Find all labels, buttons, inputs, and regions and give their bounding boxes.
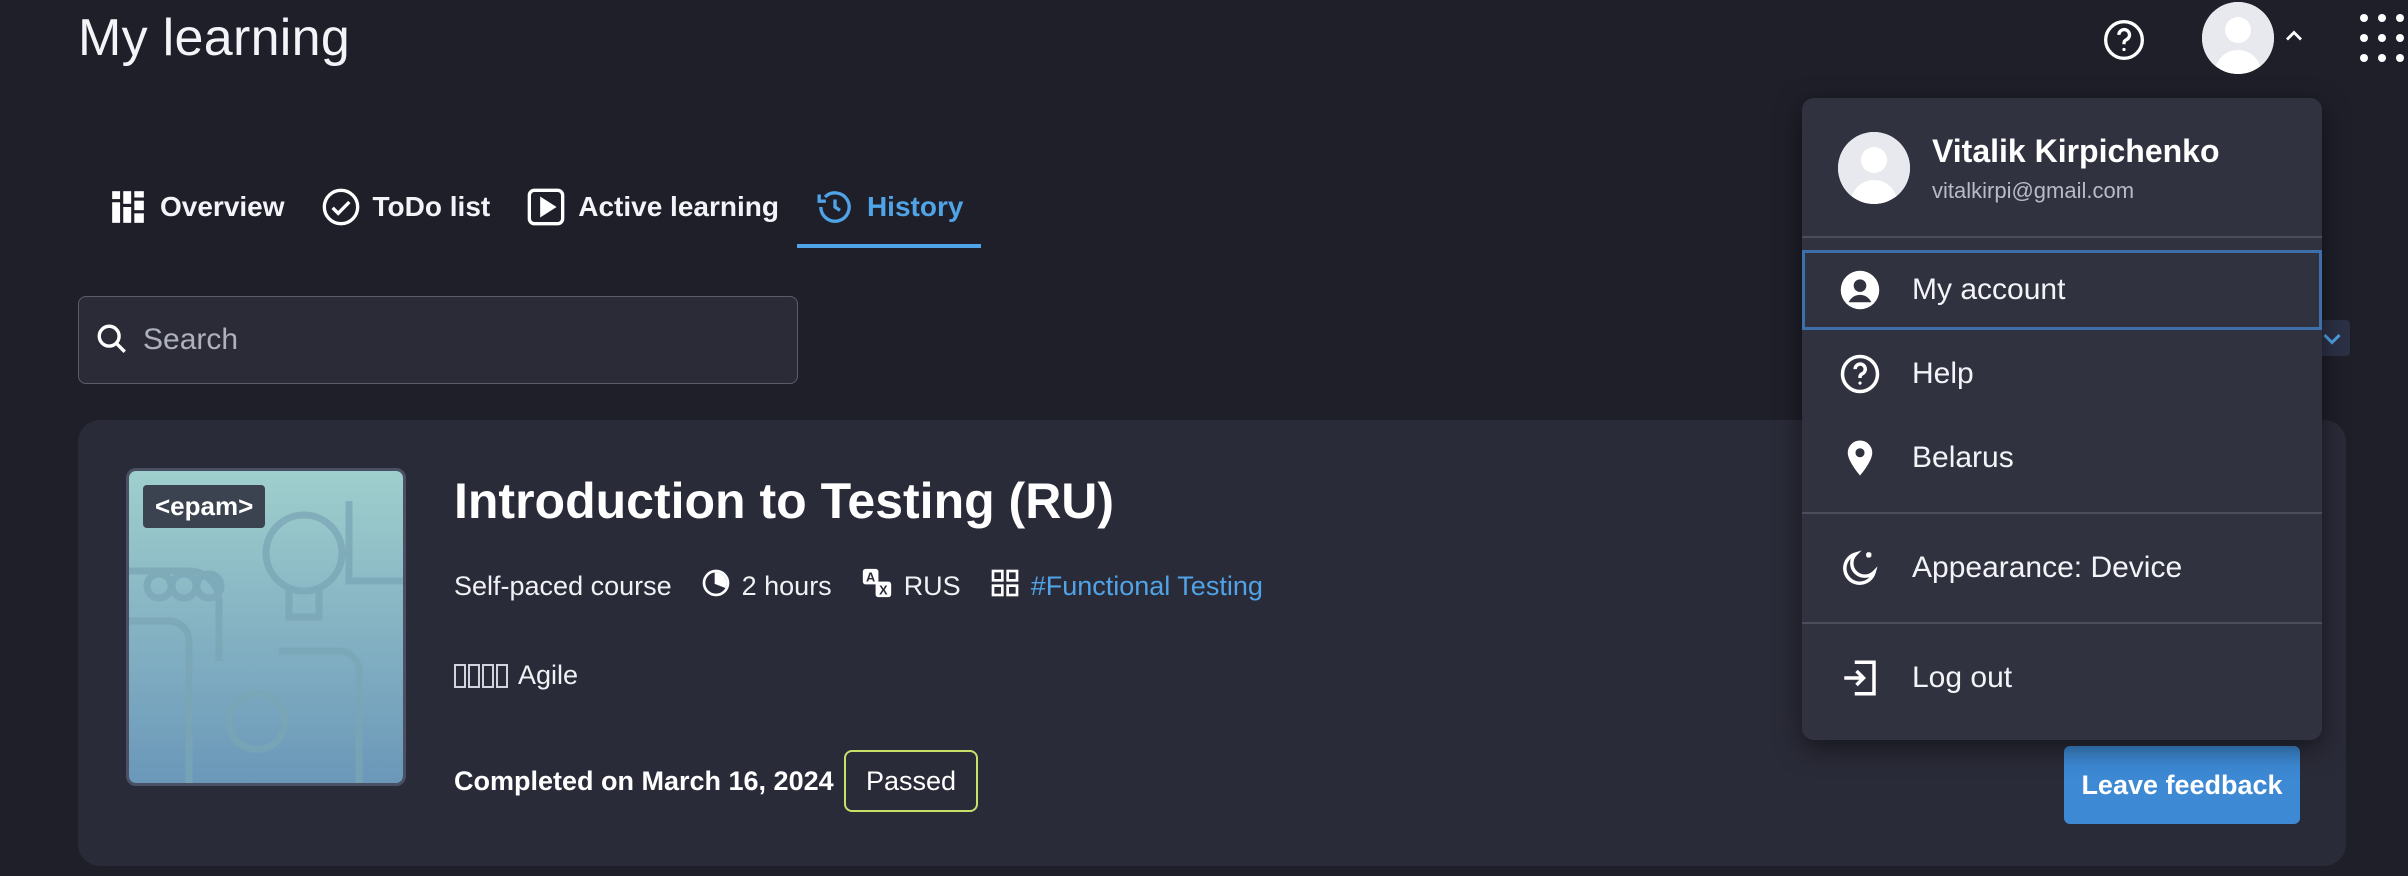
tab-label: History [866, 191, 964, 222]
grid-icon [108, 187, 148, 227]
search-input[interactable] [143, 323, 783, 357]
course-thumbnail: <epam> [126, 468, 406, 786]
functional-testing-tag-link[interactable]: #Functional Testing [1031, 571, 1263, 602]
course-skill: Agile [454, 660, 578, 691]
leave-feedback-button[interactable]: Leave feedback [2064, 746, 2300, 824]
course-type: Self-paced course [454, 571, 672, 602]
tab-label: Active learning [578, 191, 779, 222]
status-badge: Passed [844, 750, 979, 812]
epam-logo: <epam> [143, 485, 266, 528]
clock-icon [700, 567, 732, 606]
apps-grid-icon[interactable] [2358, 12, 2406, 64]
menu-item-label: Log out [1912, 661, 2013, 694]
course-duration: 2 hours [700, 567, 832, 606]
course-meta: Self-paced course 2 hours A X RUS #Funct… [454, 566, 1291, 607]
logout-icon [1838, 656, 1882, 700]
menu-item-label: Help [1912, 357, 1974, 390]
menu-item-help[interactable]: Help [1802, 334, 2322, 414]
account-circle-icon [1838, 268, 1882, 312]
menu-avatar [1838, 132, 1910, 204]
user-name: Vitalik Kirpichenko [1932, 132, 2220, 169]
check-circle-icon [321, 187, 361, 227]
page-title: My learning [78, 9, 351, 67]
tab-active-learning[interactable]: Active learning [508, 166, 797, 248]
menu-divider [1802, 512, 2322, 514]
menu-item-label: Belarus [1912, 441, 2014, 474]
search-box[interactable] [78, 296, 798, 384]
translate-icon: A X [860, 566, 894, 607]
menu-item-logout[interactable]: Log out [1802, 638, 2322, 718]
tab-overview[interactable]: Overview [90, 166, 303, 248]
course-title[interactable]: Introduction to Testing (RU) [454, 472, 1114, 530]
tab-history[interactable]: History [796, 166, 982, 248]
category-grid-icon [989, 567, 1021, 606]
course-tag: #Functional Testing [989, 567, 1263, 606]
user-menu: Vitalik Kirpichenko vitalkirpi@gmail.com… [1802, 98, 2322, 740]
play-square-icon [526, 187, 566, 227]
menu-divider [1802, 236, 2322, 238]
svg-text:A: A [866, 570, 875, 585]
history-icon [815, 187, 855, 227]
menu-item-label: Appearance: Device [1912, 551, 2183, 584]
user-email: vitalkirpi@gmail.com [1932, 177, 2135, 203]
skill-placeholder-icon [454, 663, 508, 688]
menu-divider [1802, 622, 2322, 624]
tab-todo[interactable]: ToDo list [303, 166, 509, 248]
menu-item-my-account[interactable]: My account [1802, 250, 2322, 330]
help-icon[interactable] [2100, 16, 2148, 64]
chevron-up-icon[interactable] [2280, 22, 2308, 50]
help-circle-icon [1838, 352, 1882, 396]
search-icon [95, 322, 131, 358]
location-pin-icon [1838, 436, 1882, 480]
page: My learning Overview ToDo list Active le… [0, 0, 2408, 876]
tab-label: Overview [160, 191, 285, 222]
tab-bar: Overview ToDo list Active learning Histo… [90, 166, 982, 248]
menu-user-info: Vitalik Kirpichenko vitalkirpi@gmail.com [1838, 132, 2220, 204]
course-language: A X RUS [860, 566, 961, 607]
menu-item-appearance[interactable]: Appearance: Device [1802, 528, 2322, 608]
menu-item-label: My account [1912, 273, 2066, 306]
menu-item-location[interactable]: Belarus [1802, 418, 2322, 498]
svg-text:X: X [879, 582, 888, 597]
language-label: RUS [903, 571, 961, 601]
moon-icon [1838, 546, 1882, 590]
skill-label: Agile [518, 660, 579, 690]
course-type-label: Self-paced course [454, 571, 672, 601]
completion-date: Completed on March 16, 2024 [454, 766, 834, 796]
duration-label: 2 hours [741, 571, 832, 601]
tab-label: ToDo list [372, 191, 491, 222]
user-avatar[interactable] [2202, 2, 2274, 74]
